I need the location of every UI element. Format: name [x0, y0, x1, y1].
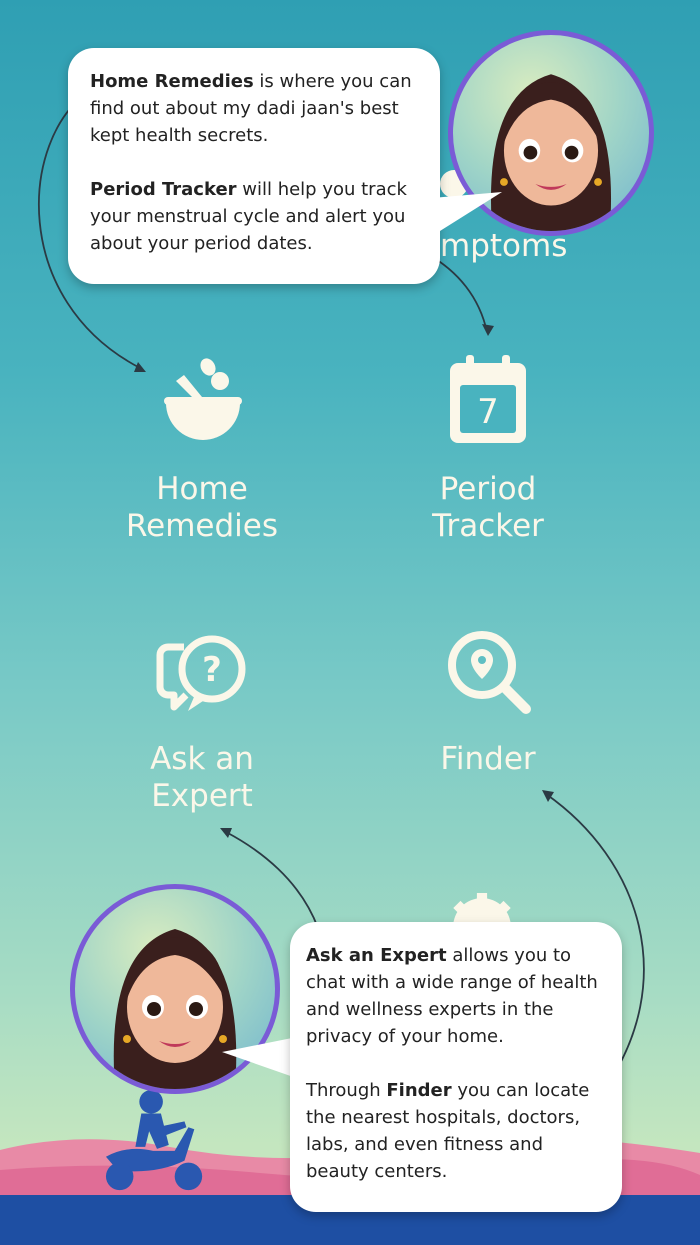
calendar-day: 7: [477, 392, 499, 432]
tile-label: Home Remedies: [125, 471, 278, 544]
bubble-bottom-paragraph-1: Ask an Expert allows you to chat with a …: [306, 945, 598, 1047]
calendar-icon: 7: [450, 355, 526, 443]
tile-period-tracker[interactable]: 7 Period Tracker: [378, 355, 598, 545]
bubble-top-tail: [432, 192, 502, 236]
tile-label: Period Tracker: [432, 471, 544, 544]
bubble-top-paragraph-1: Home Remedies is where you can find out …: [90, 71, 412, 146]
scooter-rider-silhouette: [105, 1089, 203, 1191]
bubble-bottom-paragraph-2: Through Finder you can locate the neares…: [306, 1080, 590, 1182]
tile-finder[interactable]: Finder: [378, 625, 598, 778]
chat-question-icon: ?: [156, 635, 246, 711]
speech-bubble-top: Home Remedies is where you can find out …: [68, 48, 440, 284]
bowl-leaves-icon: [164, 358, 242, 440]
search-location-icon: [448, 631, 531, 714]
tile-ask-an-expert[interactable]: ? Ask an Expert: [92, 625, 312, 815]
svg-text:?: ?: [202, 650, 222, 690]
tile-label: Finder: [440, 741, 536, 777]
speech-bubble-bottom: Ask an Expert allows you to chat with a …: [290, 922, 622, 1212]
bubble-top-paragraph-2: Period Tracker will help you track your …: [90, 179, 407, 254]
tile-home-remedies[interactable]: Home Remedies: [92, 355, 312, 545]
tile-label: Ask an Expert: [150, 741, 254, 814]
